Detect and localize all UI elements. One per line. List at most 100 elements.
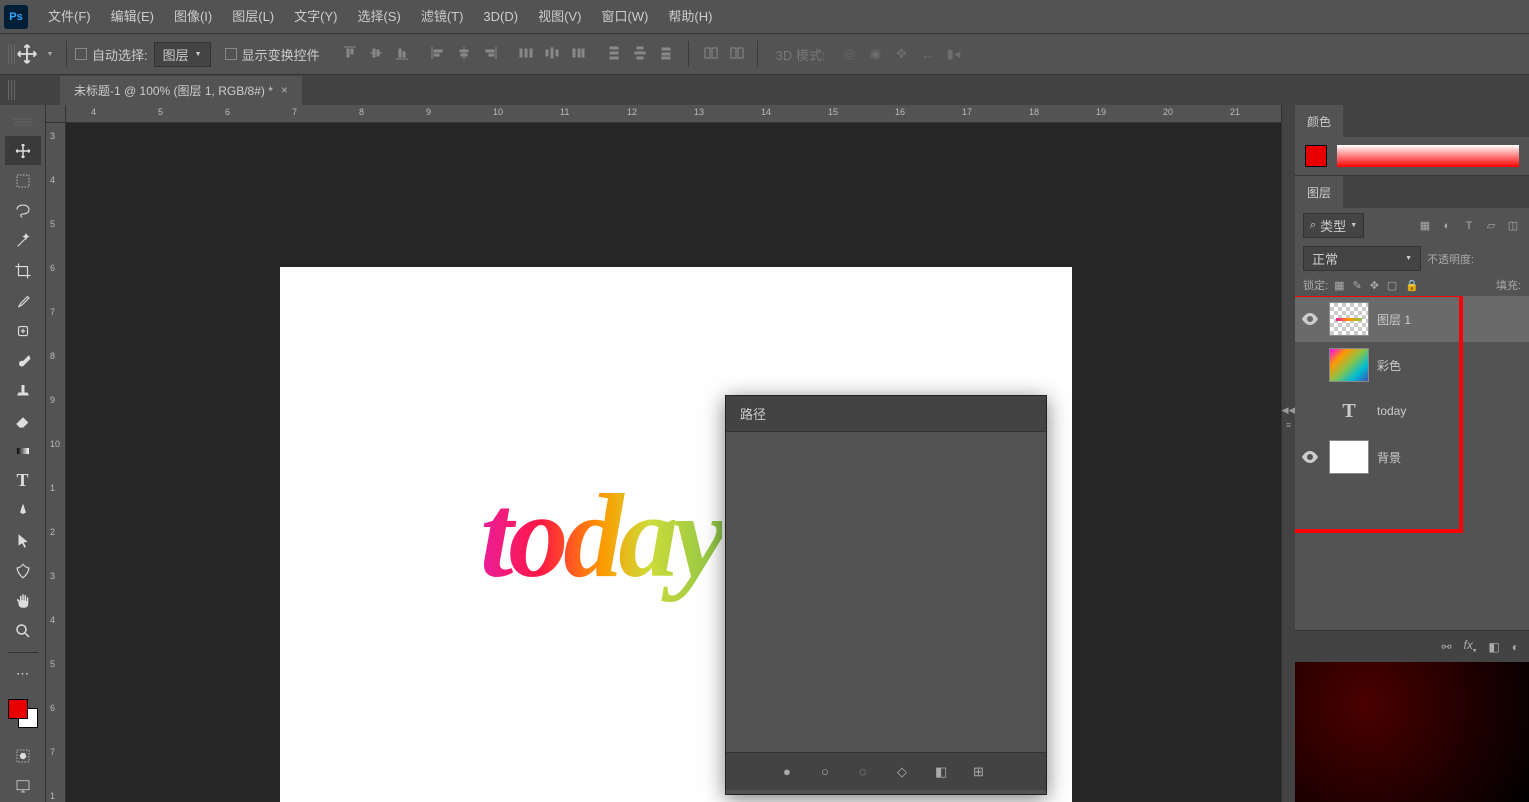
layer-name-label[interactable]: 彩色 bbox=[1377, 357, 1401, 374]
3d-roll-icon[interactable]: ◉ bbox=[863, 42, 887, 66]
layer-row[interactable]: 背景 bbox=[1295, 434, 1529, 480]
color-swatches[interactable] bbox=[8, 699, 38, 728]
menu-image[interactable]: 图像(I) bbox=[164, 0, 222, 34]
layer-thumbnail[interactable] bbox=[1329, 440, 1369, 474]
crop-tool[interactable] bbox=[5, 256, 41, 285]
layer-type-filter-dropdown[interactable]: ⌕ 类型 ▼ bbox=[1303, 213, 1364, 238]
align-right-icon[interactable] bbox=[478, 41, 502, 65]
menu-select[interactable]: 选择(S) bbox=[347, 0, 410, 34]
healing-brush-tool[interactable] bbox=[5, 316, 41, 345]
menu-filter[interactable]: 滤镜(T) bbox=[411, 0, 474, 34]
layer-name-label[interactable]: 图层 1 bbox=[1377, 311, 1411, 328]
visibility-eye-icon[interactable] bbox=[1299, 313, 1321, 325]
hand-tool[interactable] bbox=[5, 586, 41, 615]
adjustment-layer-icon[interactable]: ◐ bbox=[1512, 640, 1519, 654]
menu-window[interactable]: 窗口(W) bbox=[591, 0, 658, 34]
stroke-path-icon[interactable]: ○ bbox=[821, 764, 837, 780]
lock-position-icon[interactable]: ✥ bbox=[1370, 279, 1379, 292]
layer-row[interactable]: 彩色 bbox=[1295, 342, 1529, 388]
menu-3d[interactable]: 3D(D) bbox=[473, 0, 528, 34]
color-swatch-icon[interactable] bbox=[1305, 145, 1327, 167]
filter-type-icon[interactable]: T bbox=[1461, 218, 1477, 234]
menu-layer[interactable]: 图层(L) bbox=[222, 0, 284, 34]
path-to-selection-icon[interactable]: ◌ bbox=[859, 764, 875, 780]
brush-tool[interactable] bbox=[5, 346, 41, 375]
fill-path-icon[interactable]: ● bbox=[783, 764, 799, 780]
blend-mode-dropdown[interactable]: 正常 ▼ bbox=[1303, 246, 1421, 271]
distribute-hcenter-icon[interactable] bbox=[540, 41, 564, 65]
3d-pan-icon[interactable]: ✥ bbox=[889, 42, 913, 66]
3d-camera-icon[interactable]: ▮◂ bbox=[941, 42, 965, 66]
clone-stamp-tool[interactable] bbox=[5, 376, 41, 405]
layer-name-label[interactable]: 背景 bbox=[1377, 449, 1401, 466]
distribute-vcenter-icon[interactable] bbox=[628, 41, 652, 65]
align-vcenter-icon[interactable] bbox=[364, 41, 388, 65]
show-transform-checkbox[interactable] bbox=[225, 48, 237, 60]
close-tab-icon[interactable]: × bbox=[281, 83, 288, 97]
layer-thumbnail[interactable]: T bbox=[1329, 394, 1369, 428]
filter-smart-icon[interactable]: ◫ bbox=[1505, 218, 1521, 234]
auto-align-icon[interactable] bbox=[699, 41, 723, 65]
panel-menu-icon[interactable]: ≡ bbox=[1286, 420, 1291, 430]
layer-thumbnail[interactable] bbox=[1329, 348, 1369, 382]
add-mask-icon[interactable]: ◧ bbox=[1488, 640, 1499, 654]
lock-transparent-icon[interactable]: ▦ bbox=[1334, 279, 1344, 292]
expand-panel-icon[interactable]: ◀◀ bbox=[1282, 405, 1296, 416]
color-spectrum[interactable] bbox=[1337, 145, 1519, 167]
auto-select-checkbox[interactable] bbox=[75, 48, 87, 60]
layer-row[interactable]: 图层 1 bbox=[1295, 296, 1529, 342]
distribute-h-icon[interactable] bbox=[514, 41, 538, 65]
marquee-tool[interactable] bbox=[5, 166, 41, 195]
menu-file[interactable]: 文件(F) bbox=[38, 0, 101, 34]
filter-shape-icon[interactable]: ▱ bbox=[1483, 218, 1499, 234]
add-mask-icon[interactable]: ◧ bbox=[935, 764, 951, 780]
lock-artboard-icon[interactable]: ▢ bbox=[1387, 279, 1397, 292]
pen-tool[interactable] bbox=[5, 496, 41, 525]
align-hcenter-icon[interactable] bbox=[452, 41, 476, 65]
quick-mask-tool[interactable] bbox=[5, 742, 41, 771]
filter-adjust-icon[interactable]: ◐ bbox=[1439, 218, 1455, 234]
distribute-v-icon[interactable] bbox=[602, 41, 626, 65]
fg-color-swatch[interactable] bbox=[8, 699, 28, 719]
menu-help[interactable]: 帮助(H) bbox=[658, 0, 722, 34]
auto-align2-icon[interactable] bbox=[725, 41, 749, 65]
color-tab[interactable]: 颜色 bbox=[1295, 105, 1343, 138]
menu-type[interactable]: 文字(Y) bbox=[284, 0, 347, 34]
distribute-bottom-icon[interactable] bbox=[654, 41, 678, 65]
align-left-icon[interactable] bbox=[426, 41, 450, 65]
align-bottom-icon[interactable] bbox=[390, 41, 414, 65]
menu-edit[interactable]: 编辑(E) bbox=[101, 0, 164, 34]
lock-image-icon[interactable]: ✎ bbox=[1352, 279, 1361, 292]
path-select-tool[interactable] bbox=[5, 526, 41, 555]
edit-toolbar-button[interactable]: ⋯ bbox=[5, 659, 41, 688]
3d-orbit-icon[interactable]: ◎ bbox=[837, 42, 861, 66]
make-work-path-icon[interactable]: ◇ bbox=[897, 764, 913, 780]
align-top-icon[interactable] bbox=[338, 41, 362, 65]
tool-dropdown-icon[interactable]: ▼ bbox=[42, 46, 58, 62]
distribute-right-icon[interactable] bbox=[566, 41, 590, 65]
layer-name-label[interactable]: today bbox=[1377, 404, 1406, 418]
lock-all-icon[interactable]: 🔒 bbox=[1405, 279, 1419, 292]
layer-fx-icon[interactable]: fx▾ bbox=[1464, 638, 1477, 654]
zoom-tool[interactable] bbox=[5, 616, 41, 645]
new-path-icon[interactable]: ⊞ bbox=[973, 764, 989, 780]
layer-row[interactable]: Ttoday bbox=[1295, 388, 1529, 434]
magic-wand-tool[interactable] bbox=[5, 226, 41, 255]
paths-panel[interactable]: 路径 ● ○ ◌ ◇ ◧ ⊞ bbox=[725, 395, 1047, 795]
menu-view[interactable]: 视图(V) bbox=[528, 0, 591, 34]
paths-panel-header[interactable]: 路径 bbox=[726, 396, 1046, 432]
gradient-tool[interactable] bbox=[5, 436, 41, 465]
3d-slide-icon[interactable]: ↔ bbox=[915, 42, 939, 66]
filter-pixel-icon[interactable]: ▦ bbox=[1417, 218, 1433, 234]
lasso-tool[interactable] bbox=[5, 196, 41, 225]
collapsed-panel-strip[interactable]: ◀◀ ≡ bbox=[1281, 105, 1295, 802]
eyedropper-tool[interactable] bbox=[5, 286, 41, 315]
shape-tool[interactable] bbox=[5, 556, 41, 585]
auto-select-target-dropdown[interactable]: 图层 ▼ bbox=[154, 42, 211, 67]
move-tool[interactable] bbox=[5, 136, 41, 165]
canvas-area[interactable]: 456789101112131415161718192021 345678910… bbox=[46, 105, 1281, 802]
visibility-eye-icon[interactable] bbox=[1299, 451, 1321, 463]
layer-thumbnail[interactable] bbox=[1329, 302, 1369, 336]
layers-tab[interactable]: 图层 bbox=[1295, 176, 1343, 209]
eraser-tool[interactable] bbox=[5, 406, 41, 435]
